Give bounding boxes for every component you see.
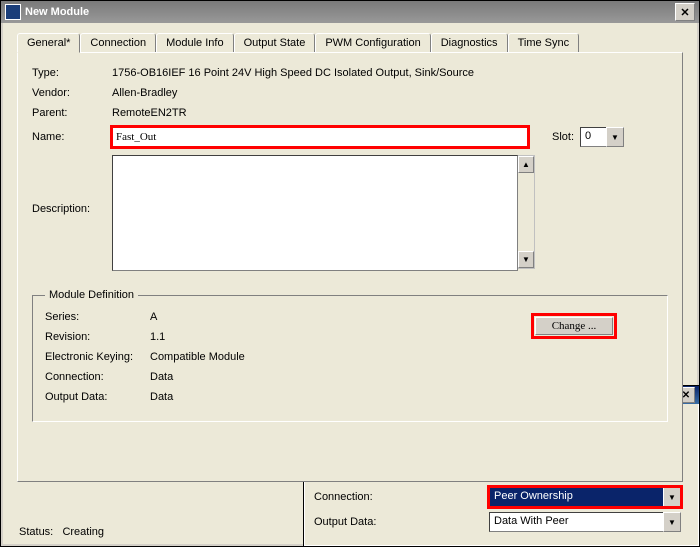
parent-label: Parent: — [32, 107, 112, 119]
md-output-data-label: Output Data: — [45, 391, 150, 403]
window-title: New Module — [25, 6, 675, 18]
module-definition-legend: Module Definition — [45, 289, 138, 301]
tab-module-info[interactable]: Module Info — [156, 33, 233, 52]
tab-general[interactable]: General* — [17, 33, 80, 53]
status-label: Status: — [19, 526, 53, 538]
slot-label: Slot: — [552, 131, 574, 143]
description-scrollbar[interactable]: ▲ ▼ — [518, 155, 535, 269]
vendor-label: Vendor: — [32, 87, 112, 99]
tab-panel-general: Type: 1756-OB16IEF 16 Point 24V High Spe… — [17, 52, 683, 482]
name-label: Name: — [32, 131, 112, 143]
tab-output-state[interactable]: Output State — [234, 33, 316, 52]
app-icon — [5, 4, 21, 20]
name-input[interactable] — [112, 127, 528, 147]
chevron-down-icon[interactable]: ▼ — [606, 127, 624, 147]
mdd-connection-select[interactable]: Peer Ownership ▼ — [489, 487, 681, 507]
description-textarea[interactable] — [112, 155, 518, 271]
tab-pwm-configuration[interactable]: PWM Configuration — [315, 33, 430, 52]
mdd-connection-value: Peer Ownership — [489, 487, 663, 507]
chevron-down-icon[interactable]: ▼ — [663, 487, 681, 507]
change-button[interactable]: Change ... — [535, 317, 613, 335]
new-module-window: New Module ✕ General* Connection Module … — [0, 0, 700, 547]
tab-time-sync[interactable]: Time Sync — [508, 33, 580, 52]
tab-strip: General* Connection Module Info Output S… — [17, 33, 683, 482]
mdd-output-data-select[interactable]: Data With Peer ▼ — [489, 512, 681, 532]
mdd-output-data-value: Data With Peer — [489, 512, 663, 532]
md-ek-value: Compatible Module — [150, 351, 245, 363]
type-label: Type: — [32, 67, 112, 79]
md-revision-value: 1.1 — [150, 331, 165, 343]
status-bar: Status: Creating — [19, 526, 104, 538]
tab-diagnostics[interactable]: Diagnostics — [431, 33, 508, 52]
md-connection-label: Connection: — [45, 371, 150, 383]
module-definition-group: Module Definition Series:A Revision:1.1 … — [32, 289, 668, 422]
md-revision-label: Revision: — [45, 331, 150, 343]
md-series-label: Series: — [45, 311, 150, 323]
tabs: General* Connection Module Info Output S… — [17, 33, 683, 52]
md-output-data-value: Data — [150, 391, 173, 403]
tab-connection[interactable]: Connection — [80, 33, 156, 52]
type-value: 1756-OB16IEF 16 Point 24V High Speed DC … — [112, 67, 474, 79]
mdd-connection-label: Connection: — [314, 491, 419, 503]
close-icon[interactable]: ✕ — [675, 3, 695, 21]
description-label: Description: — [32, 155, 112, 215]
mdd-output-data-label: Output Data: — [314, 516, 419, 528]
md-ek-label: Electronic Keying: — [45, 351, 150, 363]
dialog-body: General* Connection Module Info Output S… — [1, 23, 699, 546]
vendor-value: Allen-Bradley — [112, 87, 177, 99]
slot-select[interactable]: 0 ▼ — [580, 127, 624, 147]
status-value: Creating — [62, 526, 104, 538]
scroll-up-icon[interactable]: ▲ — [518, 156, 534, 173]
md-series-value: A — [150, 311, 157, 323]
md-connection-value: Data — [150, 371, 173, 383]
chevron-down-icon[interactable]: ▼ — [663, 512, 681, 532]
scroll-down-icon[interactable]: ▼ — [518, 251, 534, 268]
parent-value: RemoteEN2TR — [112, 107, 187, 119]
titlebar: New Module ✕ — [1, 1, 699, 23]
slot-value: 0 — [580, 127, 606, 147]
